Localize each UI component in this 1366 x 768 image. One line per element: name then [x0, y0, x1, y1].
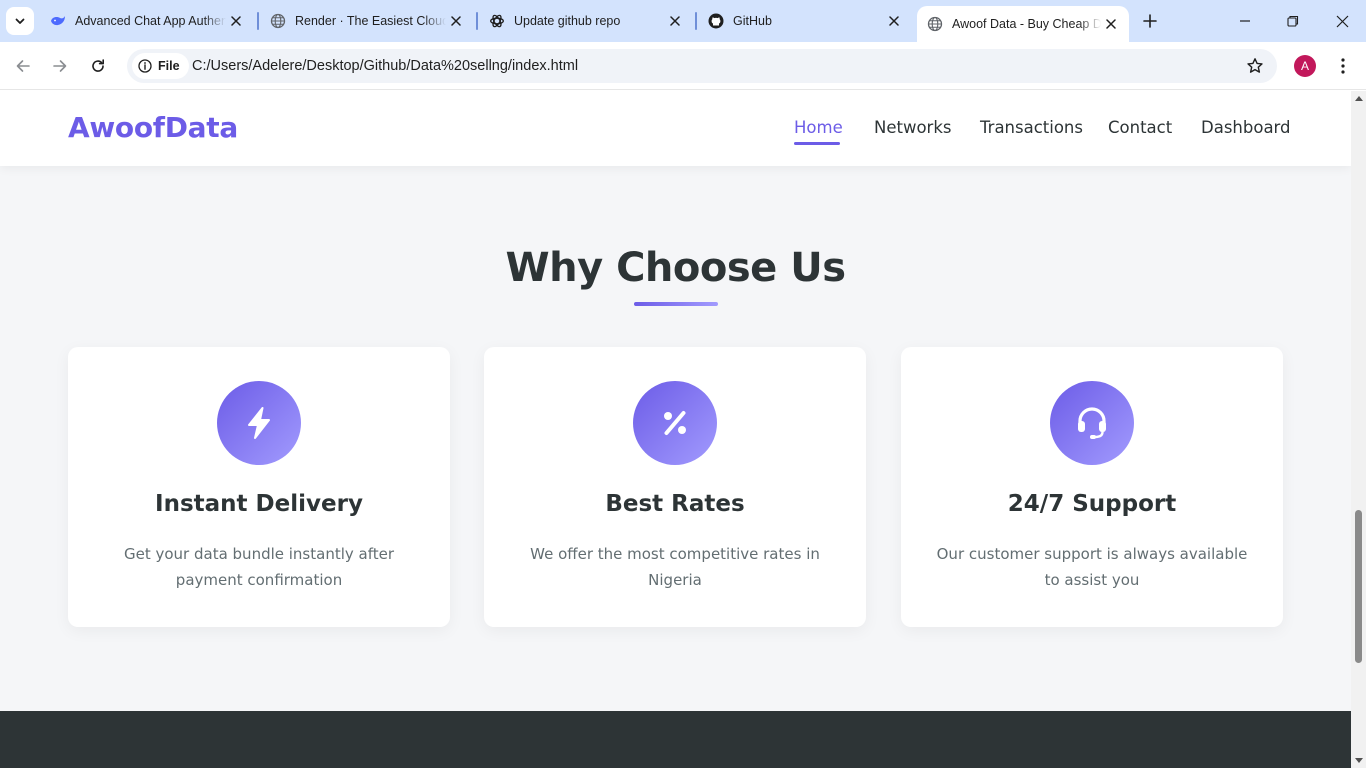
- star-icon: [1247, 58, 1263, 73]
- tab-close-icon[interactable]: [665, 11, 685, 31]
- feature-icon-circle: [633, 381, 717, 465]
- reload-button[interactable]: [84, 52, 112, 80]
- nav-active-indicator: [794, 142, 840, 145]
- tab-title: GitHub: [733, 14, 772, 28]
- bookmark-button[interactable]: [1245, 56, 1265, 76]
- browser-menu-button[interactable]: [1331, 54, 1355, 78]
- feature-desc-line: Get your data bundle instantly after: [123, 545, 395, 563]
- minimize-button[interactable]: [1222, 0, 1268, 42]
- site-header: AwoofData Home Networks Transactions Con…: [0, 91, 1351, 166]
- feature-title: 24/7 Support: [1007, 491, 1177, 517]
- page-scrollbar[interactable]: [1351, 91, 1366, 768]
- feature-card-instant-delivery: Instant Delivery Get your data bundle in…: [68, 347, 450, 627]
- nav-home[interactable]: Home: [794, 118, 843, 137]
- feature-icon-circle: [217, 381, 301, 465]
- feature-title: Best Rates: [605, 491, 745, 517]
- site-logo[interactable]: AwoofData: [68, 111, 238, 144]
- plus-icon: [1143, 14, 1157, 28]
- arrow-left-icon: [16, 60, 30, 72]
- feature-card-best-rates: Best Rates We offer the most competitive…: [484, 347, 866, 627]
- tab-close-icon[interactable]: [226, 11, 246, 31]
- feature-desc-line: Nigeria: [648, 571, 702, 589]
- github-icon: [708, 13, 724, 29]
- scheme-label: File: [158, 59, 180, 73]
- tab-title: Advanced Chat App Authenti: [75, 14, 226, 28]
- close-window-button[interactable]: [1319, 0, 1365, 42]
- feature-description: We offer the most competitive rates in N…: [510, 541, 840, 593]
- nav-dashboard[interactable]: Dashboard: [1201, 118, 1291, 137]
- restore-icon: [1287, 15, 1299, 27]
- percent-icon: [664, 411, 686, 435]
- site-footer: [0, 711, 1351, 768]
- tab-close-icon[interactable]: [1101, 14, 1121, 34]
- feature-desc-line: We offer the most competitive rates in: [530, 545, 820, 563]
- feature-description: Get your data bundle instantly after pay…: [94, 541, 424, 593]
- scrollbar-thumb[interactable]: [1355, 510, 1362, 663]
- site-info-chip[interactable]: File: [132, 53, 189, 79]
- back-button[interactable]: [9, 52, 37, 80]
- whale-icon: [50, 13, 66, 29]
- browser-toolbar: File C:/Users/Adelere/Desktop/Github/Dat…: [0, 42, 1366, 90]
- chevron-down-icon: [15, 18, 25, 24]
- profile-avatar[interactable]: A: [1294, 55, 1316, 77]
- tab-title: Render · The Easiest Cloud P: [295, 14, 446, 28]
- tab-separator: [257, 12, 259, 30]
- address-bar[interactable]: File C:/Users/Adelere/Desktop/Github/Dat…: [127, 49, 1277, 83]
- nav-networks[interactable]: Networks: [874, 118, 952, 137]
- tab-title: Update github repo: [514, 14, 621, 28]
- tab-close-icon[interactable]: [884, 11, 904, 31]
- close-icon: [1336, 15, 1348, 27]
- tab-search-button[interactable]: [6, 7, 34, 35]
- minimize-icon: [1240, 20, 1250, 22]
- scroll-up-arrow-icon[interactable]: [1355, 96, 1363, 101]
- nav-transactions[interactable]: Transactions: [980, 118, 1083, 137]
- reload-icon: [92, 59, 104, 72]
- url-text[interactable]: C:/Users/Adelere/Desktop/Github/Data%20s…: [192, 49, 578, 83]
- forward-button[interactable]: [46, 52, 74, 80]
- restore-button[interactable]: [1270, 0, 1316, 42]
- feature-description: Our customer support is always available…: [927, 541, 1257, 593]
- title-underline: [634, 302, 718, 306]
- feature-desc-line: payment confirmation: [175, 571, 343, 589]
- tab-close-icon[interactable]: [446, 11, 466, 31]
- feature-desc-line: Our customer support is always available: [936, 545, 1248, 563]
- new-tab-button[interactable]: [1138, 9, 1162, 33]
- headset-icon: [1078, 407, 1106, 439]
- info-icon: [138, 59, 152, 73]
- scroll-down-arrow-icon[interactable]: [1355, 758, 1363, 763]
- openai-icon: [489, 13, 505, 29]
- feature-desc-line: to assist you: [1044, 571, 1140, 589]
- tab-separator: [695, 12, 697, 30]
- tab-separator: [476, 12, 478, 30]
- browser-tab-3[interactable]: Update github repo: [479, 0, 693, 42]
- bolt-icon: [248, 407, 270, 439]
- browser-tab-4[interactable]: GitHub: [698, 0, 912, 42]
- browser-tab-2[interactable]: Render · The Easiest Cloud P: [260, 0, 474, 42]
- browser-tabstrip: Advanced Chat App Authenti Render · The …: [0, 0, 1366, 42]
- tab-title: Awoof Data - Buy Cheap Da: [952, 17, 1101, 31]
- feature-title: Instant Delivery: [155, 491, 363, 517]
- arrow-right-icon: [53, 60, 67, 72]
- section-title: Why Choose Us: [505, 245, 846, 291]
- nav-contact[interactable]: Contact: [1108, 118, 1172, 137]
- more-vert-icon: [1341, 58, 1345, 74]
- browser-tab-1[interactable]: Advanced Chat App Authenti: [40, 0, 254, 42]
- globe-icon: [270, 13, 286, 29]
- feature-card-support: 24/7 Support Our customer support is alw…: [901, 347, 1283, 627]
- globe-icon: [927, 16, 943, 32]
- browser-tab-active[interactable]: Awoof Data - Buy Cheap Da: [917, 6, 1129, 42]
- page-viewport: AwoofData Home Networks Transactions Con…: [0, 91, 1351, 768]
- feature-icon-circle: [1050, 381, 1134, 465]
